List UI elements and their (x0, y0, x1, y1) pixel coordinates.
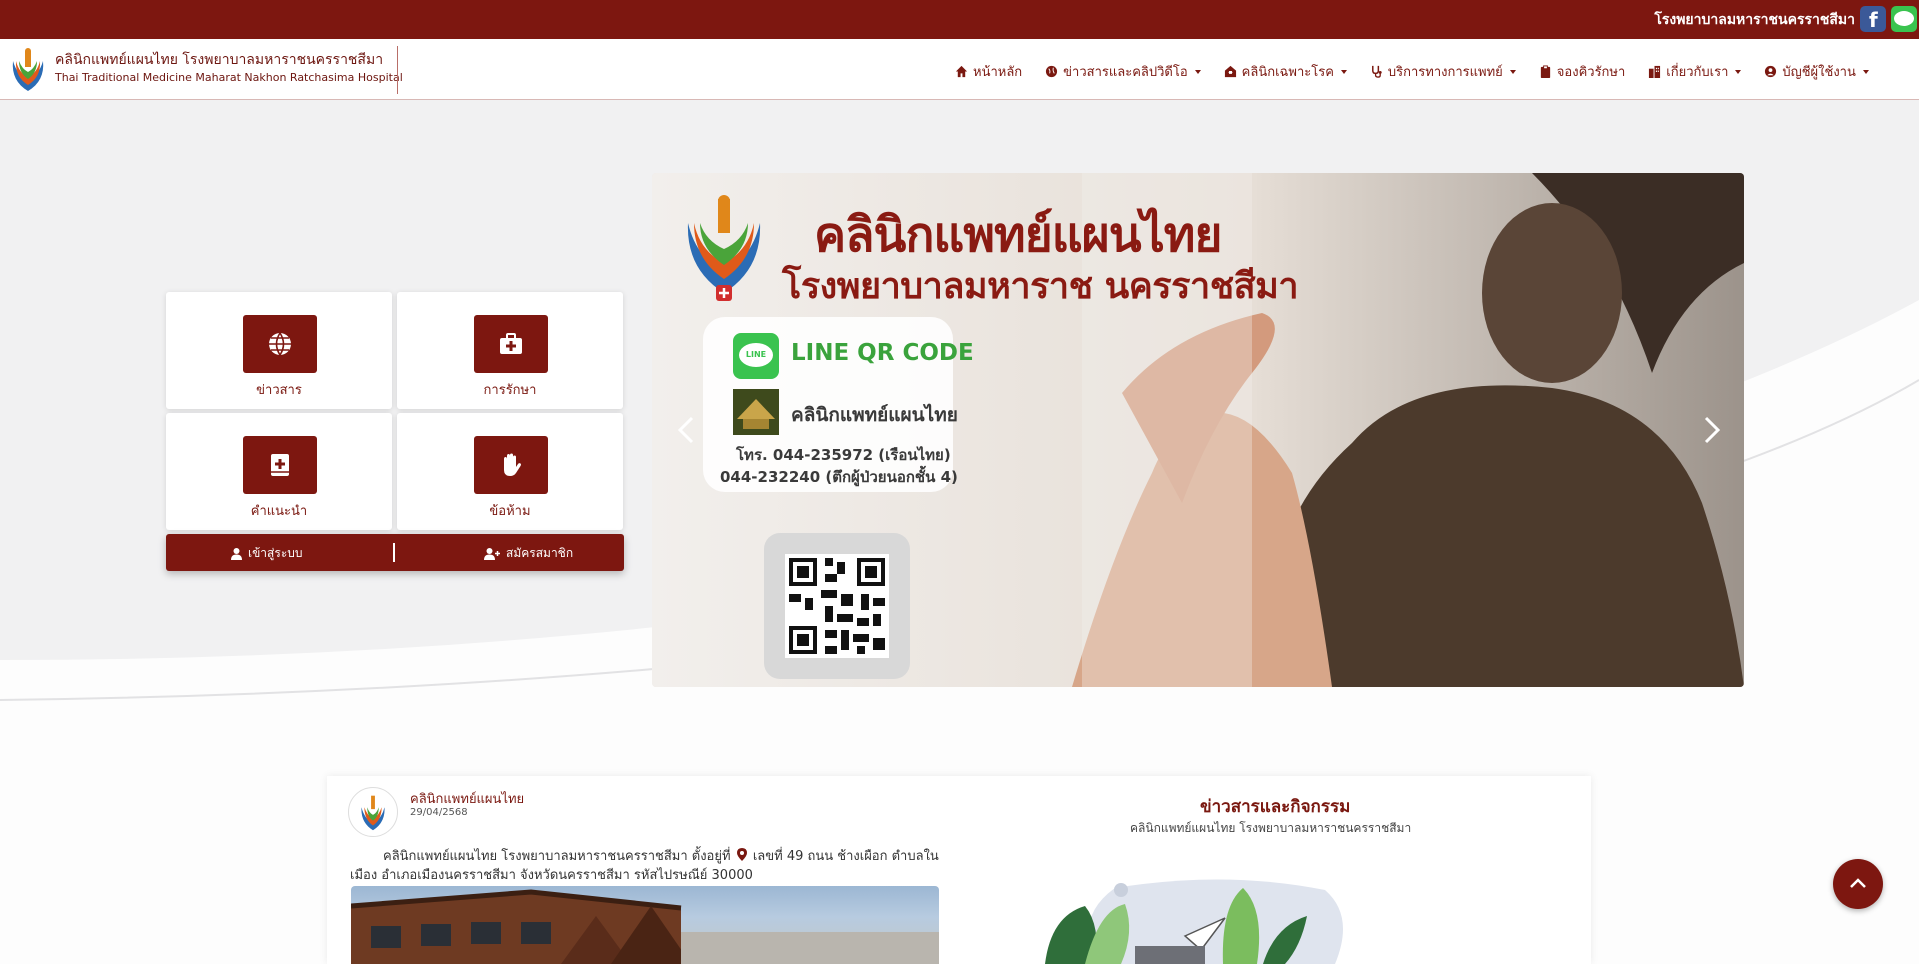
nav-clinic-label: คลินิกเฉพาะโรค (1241, 65, 1334, 80)
phone-line1: โทร. 044-235972 (เรือนไทย) (736, 446, 951, 464)
section-title: ข่าวสารและกิจกรรม (1200, 797, 1351, 817)
clinic-icon (1224, 65, 1236, 78)
hand-stop-icon (504, 453, 521, 476)
qr-code (785, 554, 889, 658)
post-author[interactable]: คลินิกแพทย์แผนไทย (410, 788, 524, 809)
slide-clinic-name: คลินิกแพทย์แผนไทย (791, 404, 958, 426)
back-to-top-button[interactable] (1833, 859, 1883, 909)
chevron-up-icon (1850, 878, 1866, 888)
stethoscope-icon (1371, 65, 1382, 78)
register-label: สมัครสมาชิก (506, 546, 574, 560)
globe-icon (1046, 65, 1058, 78)
hero-title-line2: โรงพยาบาลมหาราช นครราชสีมา (782, 265, 1299, 307)
chevron-down-icon (1735, 69, 1742, 74)
tile-news-label: ข่าวสาร (256, 383, 302, 398)
register-button[interactable]: สมัครสมาชิก (484, 544, 573, 563)
tile-contraindications-button (474, 436, 548, 494)
user-circle-icon (1765, 65, 1777, 78)
tile-treatment-button (474, 315, 548, 373)
nav-clinic[interactable]: คลินิกเฉพาะโรค (1224, 61, 1347, 82)
auth-divider (393, 543, 395, 562)
site-header: คลินิกแพทย์แผนไทย โรงพยาบาลมหาราชนครราชส… (0, 39, 1919, 100)
tile-news-button (243, 315, 317, 373)
tile-treatment[interactable]: การรักษา (397, 292, 623, 409)
tile-treatment-label: การรักษา (483, 383, 537, 398)
nav-booking[interactable]: จองคิวรักษา (1539, 61, 1626, 82)
login-button[interactable]: เข้าสู่ระบบ (231, 544, 303, 563)
line-qr-label: LINE QR CODE (791, 340, 974, 366)
hospital-name: โรงพยาบาลมหาราชนครราชสีมา (1654, 12, 1855, 28)
tile-advice-label: คำแนะนำ (250, 504, 308, 519)
nav-booking-label: จองคิวรักษา (1556, 65, 1626, 80)
main-nav: หน้าหลัก ข่าวสารและคลิปวิดีโอ คลินิกเฉพา… (955, 61, 1892, 82)
news-illustration (1045, 879, 1343, 964)
brand-divider (397, 46, 398, 94)
tile-advice[interactable]: คำแนะนำ (166, 413, 392, 530)
user-plus-icon (484, 547, 500, 560)
nav-services-label: บริการทางการแพทย์ (1387, 65, 1503, 80)
nav-services[interactable]: บริการทางการแพทย์ (1370, 61, 1516, 82)
tile-advice-button (243, 436, 317, 494)
hero-carousel[interactable]: คลินิกแพทย์แผนไทย โรงพยาบาลมหาราช นครราช… (652, 173, 1744, 687)
globe-icon (269, 332, 291, 356)
carousel-next-icon[interactable] (1702, 415, 1722, 445)
post-text: คลินิกแพทย์แผนไทย โรงพยาบาลมหาราชนครราชส… (350, 847, 945, 885)
nav-account[interactable]: บัญชีผู้ใช้งาน (1764, 61, 1869, 82)
post-date: 29/04/2568 (410, 807, 468, 818)
nav-news[interactable]: ข่าวสารและคลิปวิดีโอ (1045, 61, 1201, 82)
section-subtitle: คลินิกแพทย์แผนไทย โรงพยาบาลมหาราชนครราชส… (1130, 821, 1412, 835)
facebook-icon[interactable]: f (1860, 6, 1886, 32)
post-photo[interactable] (351, 886, 939, 964)
carousel-prev-icon[interactable] (676, 415, 696, 445)
clipboard-icon (1540, 65, 1550, 78)
medical-book-icon (271, 454, 289, 476)
chevron-down-icon (1194, 69, 1201, 74)
nav-home[interactable]: หน้าหลัก (955, 61, 1022, 82)
nav-news-label: ข่าวสารและคลิปวิดีโอ (1063, 65, 1188, 80)
user-icon (231, 547, 242, 560)
news-section: คลินิกแพทย์แผนไทย 29/04/2568 คลินิกแพทย์… (327, 776, 1591, 964)
thai-house-icon (733, 389, 779, 435)
brand-title-en[interactable]: Thai Traditional Medicine Maharat Nakhon… (55, 71, 403, 84)
medkit-icon (500, 333, 522, 354)
hospital-logo[interactable] (9, 47, 47, 93)
chevron-down-icon (1509, 69, 1516, 74)
phone-line2: 044-232240 (ตึกผู้ป่วยนอกชั้น 4) (720, 468, 958, 486)
tile-news[interactable]: ข่าวสาร (166, 292, 392, 409)
building-icon (1649, 65, 1661, 78)
nav-about[interactable]: เกี่ยวกับเรา (1648, 61, 1742, 82)
line-icon: LINE (733, 333, 779, 379)
nav-home-label: หน้าหลัก (973, 65, 1023, 80)
avatar[interactable] (348, 787, 398, 837)
auth-bar: เข้าสู่ระบบ สมัครสมาชิก (166, 534, 624, 571)
top-bar: โรงพยาบาลมหาราชนครราชสีมา f (0, 0, 1919, 39)
line-badge-text: LINE (739, 343, 773, 367)
tile-contraindications[interactable]: ข้อห้าม (397, 413, 623, 530)
clinic-logo (687, 195, 761, 301)
map-pin-icon (736, 848, 747, 861)
post-text-part1: คลินิกแพทย์แผนไทย โรงพยาบาลมหาราชนครราชส… (383, 849, 731, 864)
line-icon[interactable] (1891, 6, 1917, 32)
nav-about-label: เกี่ยวกับเรา (1666, 65, 1729, 80)
chevron-down-icon (1862, 69, 1869, 74)
brand-title-th[interactable]: คลินิกแพทย์แผนไทย โรงพยาบาลมหาราชนครราชส… (55, 49, 383, 71)
chevron-down-icon (1340, 69, 1347, 74)
home-icon (955, 65, 968, 78)
tile-contraindications-label: ข้อห้าม (489, 504, 531, 519)
nav-account-label: บัญชีผู้ใช้งาน (1782, 65, 1856, 80)
login-label: เข้าสู่ระบบ (248, 546, 303, 560)
